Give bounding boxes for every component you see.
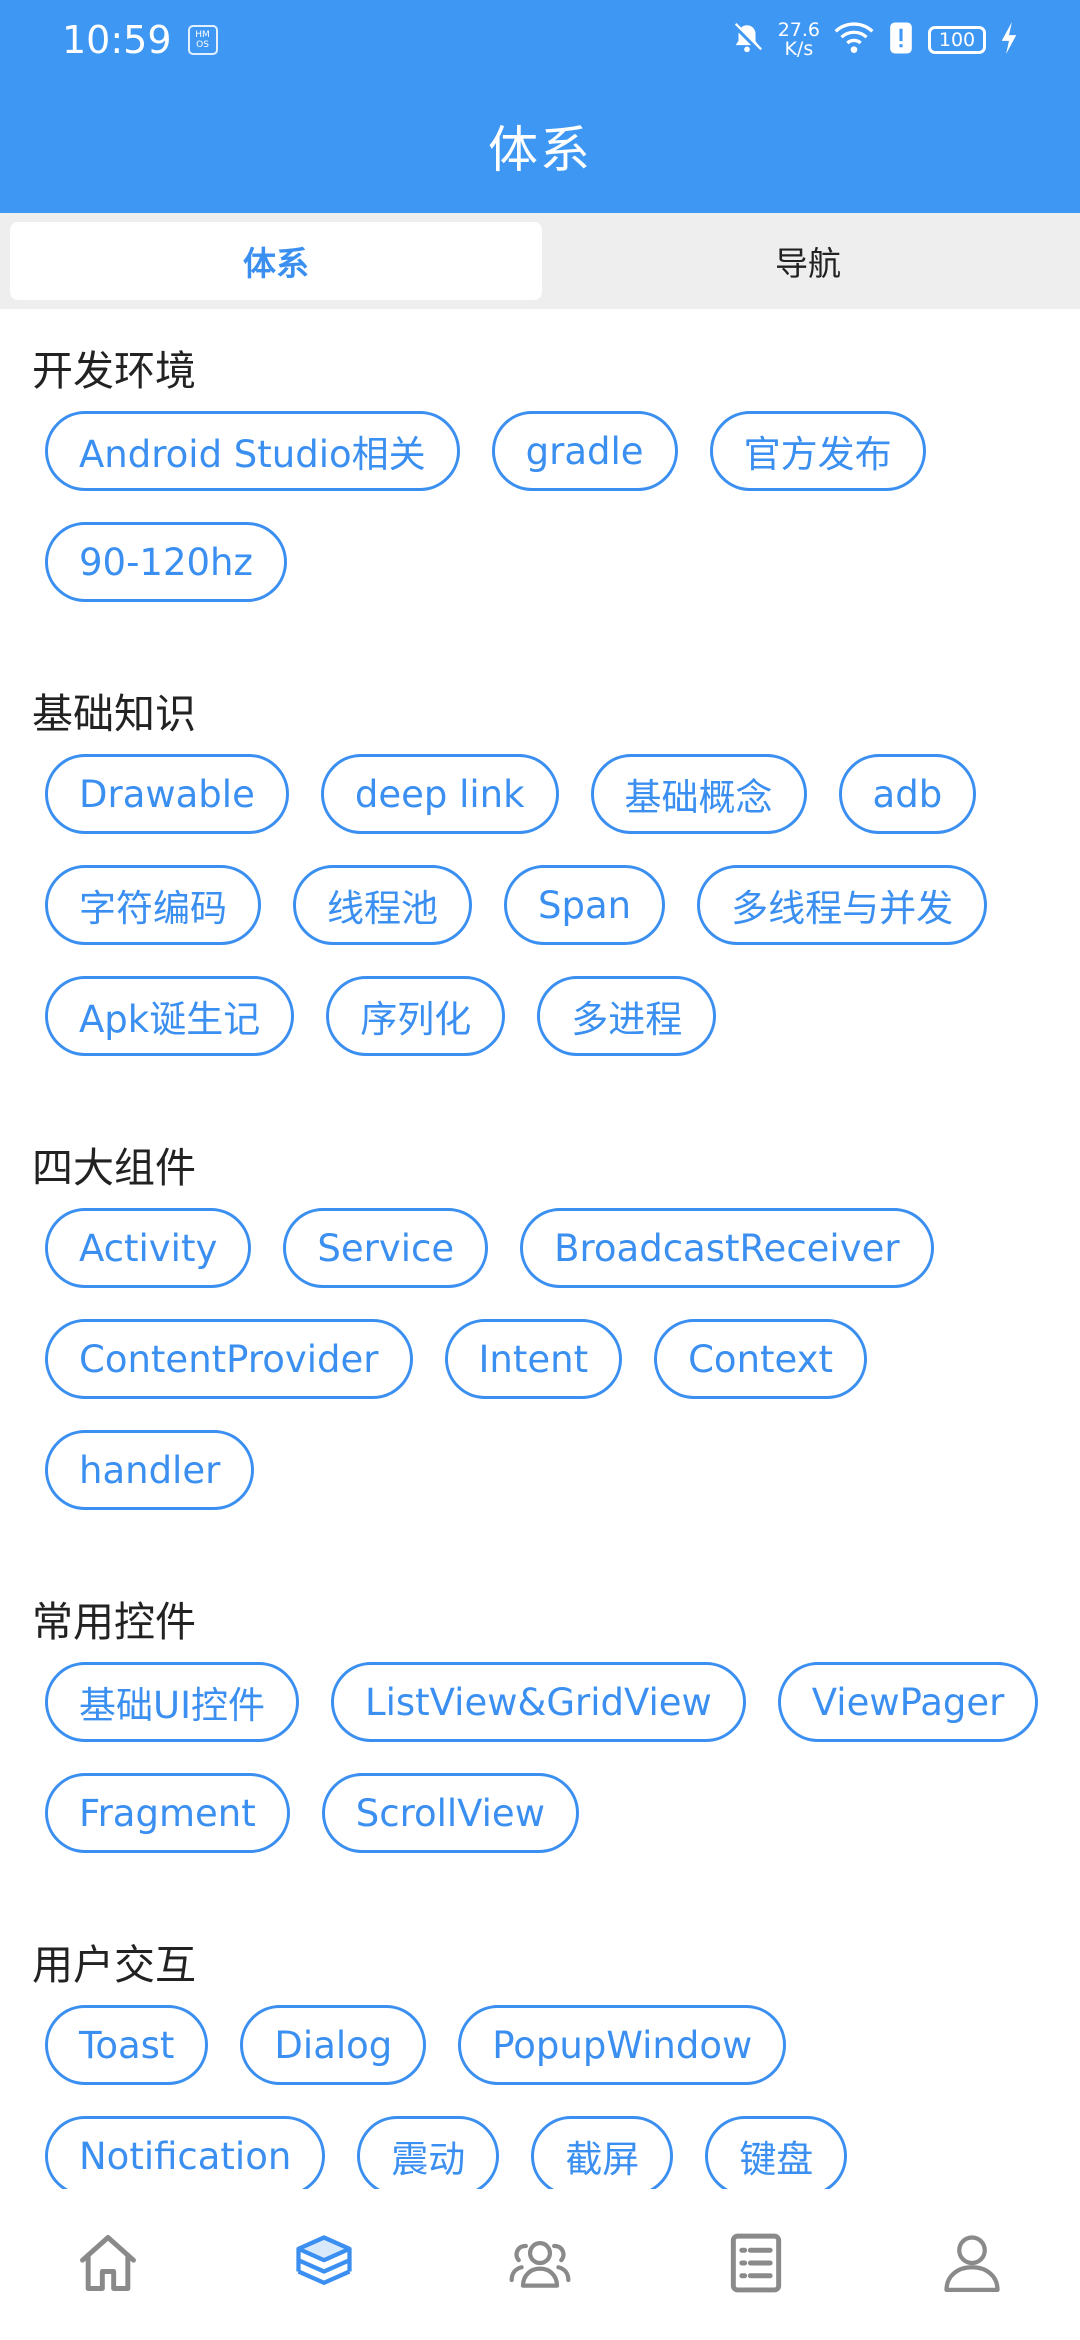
section-basics: 基础知识 Drawable deep link 基础概念 adb 字符编码 线程… — [0, 652, 1080, 1106]
section-user-interaction: 用户交互 Toast Dialog PopupWindow Notificati… — [0, 1903, 1080, 2189]
chip[interactable]: Span — [504, 865, 666, 945]
chip[interactable]: ViewPager — [777, 1662, 1039, 1742]
chip[interactable]: Service — [283, 1208, 489, 1288]
chip[interactable]: BroadcastReceiver — [520, 1208, 934, 1288]
chip[interactable]: ScrollView — [321, 1773, 579, 1853]
chip-group: 基础UI控件 ListView&GridView ViewPager Fragm… — [32, 1662, 1048, 1853]
section-dev-environment: 开发环境 Android Studio相关 gradle 官方发布 90-120… — [0, 309, 1080, 652]
chip-group: Toast Dialog PopupWindow Notification 震动… — [32, 2005, 1048, 2189]
group-icon — [506, 2229, 574, 2301]
home-icon — [74, 2229, 142, 2301]
charging-icon — [1000, 22, 1018, 58]
chip[interactable]: deep link — [320, 754, 559, 834]
section-title: 开发环境 — [32, 347, 196, 395]
section-title: 用户交互 — [32, 1941, 196, 1989]
chip[interactable]: 官方发布 — [709, 411, 926, 491]
nav-home[interactable] — [48, 2205, 168, 2325]
chip[interactable]: Context — [654, 1319, 868, 1399]
net-speed: 27.6 K/s — [778, 21, 820, 59]
chip[interactable]: Apk诞生记 — [45, 976, 295, 1056]
os-badge-icon: HM OS — [187, 25, 218, 55]
chip[interactable]: Activity — [45, 1208, 252, 1288]
nav-profile[interactable] — [912, 2205, 1032, 2325]
section-title: 基础知识 — [32, 690, 196, 738]
chip[interactable]: PopupWindow — [458, 2005, 787, 2085]
chip[interactable]: Fragment — [45, 1773, 290, 1853]
wifi-icon — [834, 21, 874, 59]
chip[interactable]: 键盘 — [705, 2116, 848, 2189]
section-title: 常用控件 — [32, 1598, 196, 1646]
chip[interactable]: Toast — [45, 2005, 209, 2085]
chip[interactable]: ListView&GridView — [331, 1662, 746, 1742]
nav-community[interactable] — [480, 2205, 600, 2325]
layers-icon — [290, 2229, 358, 2301]
section-four-components: 四大组件 Activity Service BroadcastReceiver … — [0, 1106, 1080, 1560]
chip-group: Activity Service BroadcastReceiver Conte… — [32, 1208, 1048, 1510]
mute-bell-icon — [730, 21, 764, 59]
chip[interactable]: 序列化 — [326, 976, 506, 1056]
system-list[interactable]: 开发环境 Android Studio相关 gradle 官方发布 90-120… — [0, 309, 1080, 2189]
chip[interactable]: 90-120hz — [45, 522, 287, 602]
chip[interactable]: Drawable — [45, 754, 289, 834]
chip[interactable]: gradle — [491, 411, 678, 491]
chip[interactable]: 基础概念 — [590, 754, 807, 834]
chip[interactable]: 截屏 — [531, 2116, 674, 2189]
chip[interactable]: 字符编码 — [45, 865, 261, 945]
status-time-group: 10:59 HM OS — [62, 18, 218, 62]
tab-navigation[interactable]: 导航 — [542, 222, 1074, 300]
section-common-widgets: 常用控件 基础UI控件 ListView&GridView ViewPager … — [0, 1560, 1080, 1903]
nav-system[interactable] — [264, 2205, 384, 2325]
status-icons: 27.6 K/s 100 — [730, 21, 1018, 59]
chip[interactable]: Android Studio相关 — [45, 411, 460, 491]
profile-icon — [938, 2229, 1006, 2301]
list-icon — [722, 2229, 790, 2301]
status-bar: 10:59 HM OS 27.6 K/s 100 — [0, 0, 1080, 80]
tab-bar: 体系 导航 — [0, 213, 1080, 309]
chip[interactable]: ContentProvider — [45, 1319, 413, 1399]
chip[interactable]: 多线程与并发 — [697, 865, 988, 945]
chip[interactable]: 震动 — [357, 2116, 500, 2189]
chip[interactable]: handler — [45, 1430, 255, 1510]
chip[interactable]: Intent — [444, 1319, 623, 1399]
bottom-navigation — [0, 2189, 1080, 2340]
chip-group: Android Studio相关 gradle 官方发布 90-120hz — [32, 411, 1048, 602]
chip[interactable]: 线程池 — [293, 865, 472, 945]
chip[interactable]: adb — [838, 754, 977, 834]
nav-list[interactable] — [696, 2205, 816, 2325]
chip[interactable]: 基础UI控件 — [45, 1662, 299, 1742]
chip-group: Drawable deep link 基础概念 adb 字符编码 线程池 Spa… — [32, 754, 1048, 1056]
alert-icon — [888, 21, 914, 59]
net-speed-unit: K/s — [784, 38, 814, 60]
chip[interactable]: Dialog — [240, 2005, 427, 2085]
section-title: 四大组件 — [32, 1144, 196, 1192]
battery-icon: 100 — [928, 26, 986, 54]
tab-system[interactable]: 体系 — [10, 222, 542, 300]
app-bar: 10:59 HM OS 27.6 K/s 100 体系 — [0, 0, 1080, 213]
chip[interactable]: Notification — [45, 2116, 326, 2189]
chip[interactable]: 多进程 — [537, 976, 717, 1056]
status-time: 10:59 — [62, 18, 172, 62]
page-title: 体系 — [488, 121, 592, 179]
